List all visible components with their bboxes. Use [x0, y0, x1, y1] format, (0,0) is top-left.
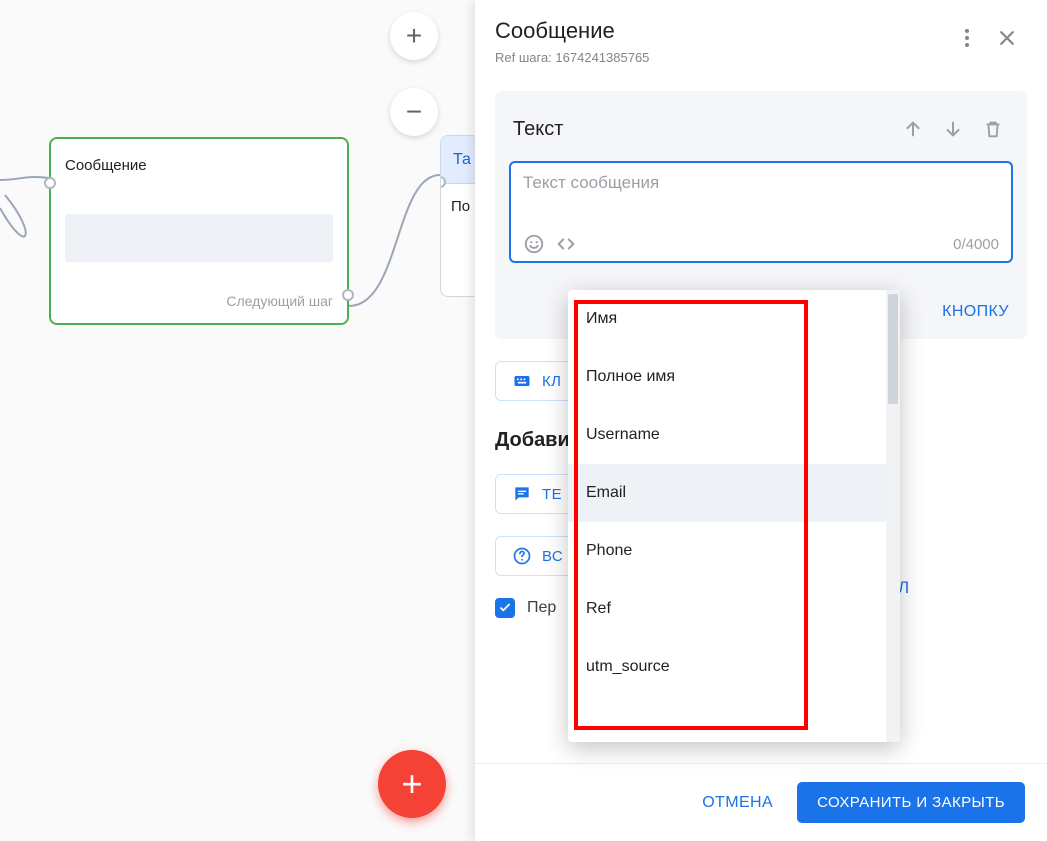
node-body-placeholder — [65, 214, 333, 262]
insert-variable-button[interactable] — [555, 233, 577, 255]
close-icon — [997, 28, 1017, 48]
node-title: Сообщение — [65, 157, 333, 174]
close-button[interactable] — [987, 18, 1027, 58]
panel-ref: Ref шага: 1674241385765 — [495, 50, 947, 65]
code-icon — [555, 233, 577, 255]
panel-title: Сообщение — [495, 18, 947, 44]
zoom-controls: + − — [390, 12, 438, 136]
dropdown-item[interactable]: Имя — [568, 290, 886, 348]
variable-dropdown: Имя Полное имя Username Email Phone Ref … — [568, 290, 900, 742]
dropdown-scrollbar[interactable] — [886, 290, 900, 742]
checkbox-label: Пер — [527, 599, 556, 617]
smile-icon — [523, 233, 545, 255]
question-icon — [512, 546, 532, 566]
message-input[interactable]: Текст сообщения — [523, 173, 999, 213]
dropdown-list: Имя Полное имя Username Email Phone Ref … — [568, 290, 886, 742]
card-heading: Текст — [509, 118, 893, 141]
zoom-out-button[interactable]: − — [390, 88, 438, 136]
node-port-out[interactable] — [342, 289, 354, 301]
add-text-chip[interactable]: ТЕ — [495, 474, 579, 514]
keyboard-chip[interactable]: КЛ — [495, 361, 578, 401]
scroll-thumb[interactable] — [888, 294, 898, 404]
trash-icon — [982, 118, 1004, 140]
emoji-button[interactable] — [523, 233, 545, 255]
cancel-button[interactable]: ОТМЕНА — [702, 794, 773, 812]
dropdown-item[interactable]: Ref — [568, 580, 886, 638]
node-next-label: Следующий шаг — [226, 293, 333, 309]
message-text-box: Текст сообщения 0/4000 — [509, 161, 1013, 263]
chip-label: КЛ — [542, 373, 561, 390]
move-down-button[interactable] — [933, 109, 973, 149]
arrow-up-icon — [902, 118, 924, 140]
chip-label: ВС — [542, 548, 563, 565]
plus-icon: + — [406, 20, 422, 52]
message-icon — [512, 484, 532, 504]
move-up-button[interactable] — [893, 109, 933, 149]
arrow-down-icon — [942, 118, 964, 140]
minus-icon: − — [406, 96, 422, 128]
keyboard-icon — [512, 371, 532, 391]
kebab-icon — [965, 29, 969, 47]
panel-footer: ОТМЕНА СОХРАНИТЬ И ЗАКРЫТЬ — [475, 763, 1047, 841]
timer-body: По — [441, 184, 479, 229]
more-menu-button[interactable] — [947, 18, 987, 58]
save-close-button[interactable]: СОХРАНИТЬ И ЗАКРЫТЬ — [797, 782, 1025, 823]
chip-label: ТЕ — [542, 486, 562, 503]
timer-head: Та — [441, 136, 479, 184]
plus-icon: + — [401, 763, 422, 805]
dropdown-item[interactable]: Email — [568, 464, 886, 522]
add-fab-button[interactable]: + — [378, 750, 446, 818]
dropdown-item[interactable]: Полное имя — [568, 348, 886, 406]
panel-header: Сообщение Ref шага: 1674241385765 — [475, 0, 1047, 77]
char-counter: 0/4000 — [953, 236, 999, 253]
zoom-in-button[interactable]: + — [390, 12, 438, 60]
checkbox-icon — [495, 598, 515, 618]
dropdown-item[interactable]: Username — [568, 406, 886, 464]
timer-node[interactable]: Та По — [440, 135, 480, 297]
dropdown-item[interactable]: Phone — [568, 522, 886, 580]
node-port-in[interactable] — [44, 177, 56, 189]
message-node[interactable]: Сообщение Следующий шаг — [49, 137, 349, 325]
dropdown-item[interactable]: utm_source — [568, 638, 886, 696]
delete-card-button[interactable] — [973, 109, 1013, 149]
